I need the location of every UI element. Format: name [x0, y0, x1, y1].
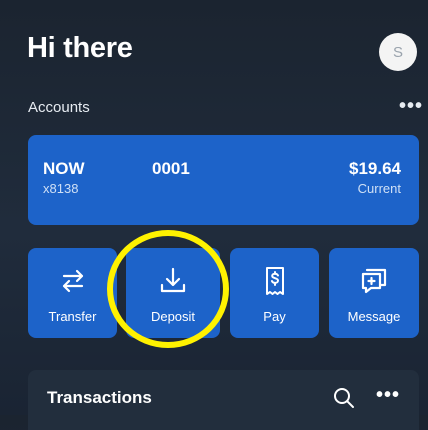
account-code: 0001 — [152, 159, 190, 178]
message-plus-icon — [361, 268, 387, 294]
account-name: NOW — [43, 159, 85, 178]
account-balance: $19.64 — [349, 159, 401, 178]
transactions-panel: Transactions ••• — [28, 370, 419, 430]
deposit-label: Deposit — [150, 309, 196, 324]
search-icon[interactable] — [333, 387, 355, 409]
pay-label: Pay — [263, 309, 286, 324]
deposit-download-icon — [160, 267, 186, 293]
pay-receipt-icon — [265, 267, 284, 295]
transfer-button[interactable]: Transfer — [28, 248, 117, 338]
transfer-arrows-icon — [62, 269, 83, 293]
account-masked-number: x8138 — [43, 181, 79, 196]
more-horizontal-icon[interactable]: ••• — [399, 95, 423, 118]
more-horizontal-icon[interactable]: ••• — [376, 384, 400, 407]
transactions-title: Transactions — [47, 388, 152, 407]
account-card[interactable]: NOW x8138 0001 $19.64 Current — [28, 135, 419, 225]
transfer-label: Transfer — [48, 309, 97, 324]
accounts-section-label: Accounts — [28, 99, 90, 116]
message-button[interactable]: Message — [329, 248, 419, 338]
greeting-title: Hi there — [27, 32, 133, 64]
pay-button[interactable]: Pay — [230, 248, 319, 338]
deposit-button[interactable]: Deposit — [126, 248, 220, 338]
account-type: Current — [357, 181, 401, 196]
avatar[interactable]: S — [379, 33, 417, 71]
message-label: Message — [347, 309, 401, 324]
